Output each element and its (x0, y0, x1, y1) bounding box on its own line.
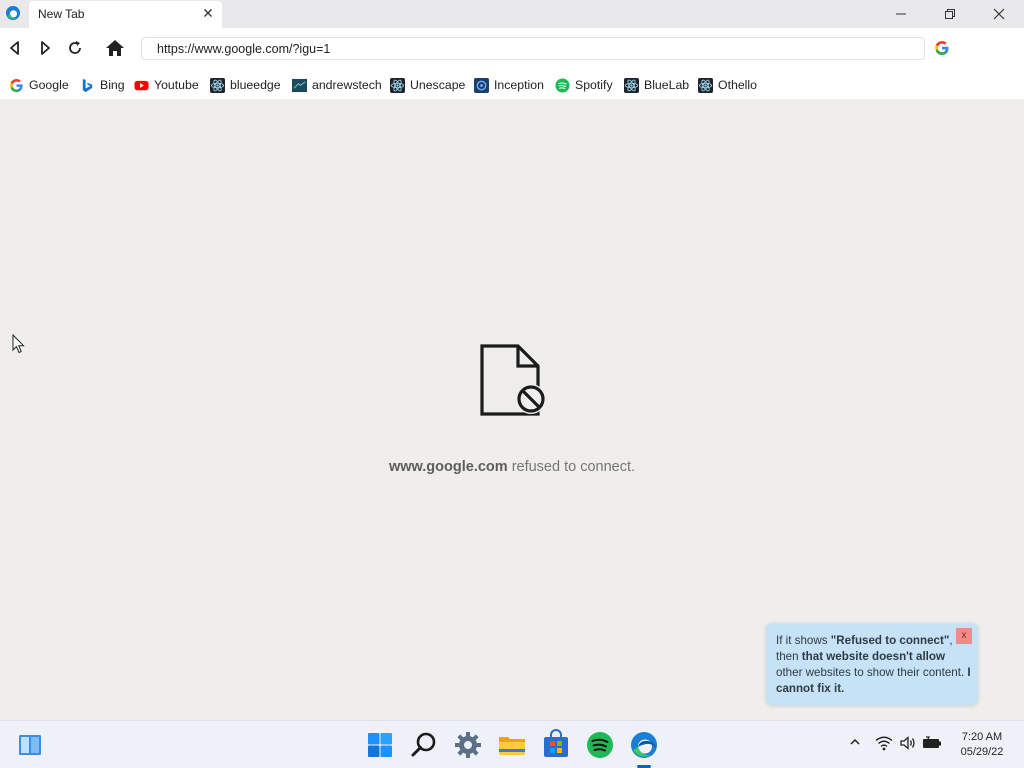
bookmark-bing[interactable]: Bing (80, 76, 125, 94)
wifi-icon[interactable] (875, 735, 893, 751)
google-icon[interactable] (934, 40, 950, 56)
react-icon (698, 77, 713, 93)
bookmark-unescape[interactable]: Unescape (390, 76, 465, 94)
react-icon (390, 77, 405, 93)
home-icon[interactable] (104, 37, 126, 59)
tip-close-button[interactable]: x (956, 628, 972, 644)
bookmark-label: Unescape (410, 78, 466, 92)
close-icon (993, 8, 1005, 20)
widgets-icon[interactable] (14, 729, 46, 761)
volume-icon[interactable] (899, 735, 917, 751)
bookmark-label: Bing (100, 78, 125, 92)
bookmark-label: Othello (718, 78, 757, 92)
blocked-document-icon (480, 344, 546, 416)
bookmark-youtube[interactable]: Youtube (134, 76, 199, 94)
bookmark-andrewstech[interactable]: andrewstech (292, 76, 382, 94)
inception-icon (474, 77, 489, 93)
close-window-button[interactable] (976, 0, 1022, 28)
tip-text: If it shows "Refused to connect", then t… (776, 633, 972, 697)
bookmark-label: Inception (494, 78, 544, 92)
bookmark-label: Youtube (154, 78, 199, 92)
bookmarks-bar: Google Bing Youtube blueedge andrewstech (0, 70, 1024, 100)
spotify-icon (555, 77, 570, 93)
store-icon[interactable] (540, 729, 572, 761)
react-icon (210, 77, 225, 93)
bookmark-label: Spotify (575, 78, 613, 92)
tip-popup: If it shows "Refused to connect", then t… (766, 623, 978, 705)
andrewstech-icon (292, 78, 307, 92)
title-bar: New Tab (0, 0, 1024, 28)
bookmark-label: andrewstech (312, 78, 382, 92)
tab-new-tab[interactable]: New Tab (29, 1, 222, 28)
tip-text-part: If it shows (776, 634, 831, 647)
bookmark-label: BlueLab (644, 78, 690, 92)
reload-icon[interactable] (64, 37, 86, 59)
tab-close-icon[interactable] (201, 6, 215, 20)
forward-icon[interactable] (34, 37, 56, 59)
battery-icon[interactable] (922, 735, 942, 751)
minimize-icon (896, 13, 906, 15)
minimize-button[interactable] (878, 0, 924, 28)
spotify-icon[interactable] (584, 729, 616, 761)
tip-text-part: other websites to show their content. (776, 666, 968, 679)
clock-time: 7:20 AM (961, 731, 1003, 743)
bookmark-bluelab[interactable]: BlueLab (624, 76, 689, 94)
tab-title: New Tab (38, 7, 85, 21)
taskbar-clock[interactable]: 7:20 AM 05/29/22 (956, 730, 1008, 760)
mouse-pointer-icon (12, 334, 25, 354)
error-host: www.google.com (388, 459, 508, 475)
bookmark-label: Google (29, 78, 69, 92)
bing-icon (82, 78, 93, 92)
browser-toolbar: https://www.google.com/?igu=1 (0, 28, 1024, 70)
bookmark-othello[interactable]: Othello (698, 76, 757, 94)
react-icon (624, 77, 639, 93)
edge-logo-icon (6, 6, 20, 20)
settings-icon[interactable] (452, 729, 484, 761)
address-bar[interactable]: https://www.google.com/?igu=1 (141, 37, 925, 60)
bookmark-inception[interactable]: Inception (474, 76, 544, 94)
restore-icon (945, 9, 955, 19)
taskbar (0, 720, 1024, 768)
file-explorer-icon[interactable] (496, 729, 528, 761)
tip-text-bold: that website doesn't allow (801, 650, 945, 663)
error-text: refused to connect. (507, 459, 636, 475)
chevron-up-icon[interactable] (848, 735, 862, 749)
google-icon (10, 78, 23, 92)
bookmark-label: blueedge (230, 78, 281, 92)
youtube-icon (134, 80, 149, 90)
search-icon[interactable] (408, 729, 440, 761)
bookmark-google[interactable]: Google (9, 76, 69, 94)
start-icon[interactable] (364, 729, 396, 761)
edge-icon[interactable] (628, 729, 660, 761)
bookmark-spotify[interactable]: Spotify (555, 76, 613, 94)
error-message: www.google.com refused to connect. (0, 459, 1024, 475)
tip-text-bold: "Refused to connect" (830, 634, 950, 647)
back-icon[interactable] (4, 37, 26, 59)
url-text: https://www.google.com/?igu=1 (157, 42, 331, 56)
bookmark-blueedge[interactable]: blueedge (210, 76, 281, 94)
clock-date: 05/29/22 (960, 746, 1004, 758)
restore-button[interactable] (927, 0, 973, 28)
